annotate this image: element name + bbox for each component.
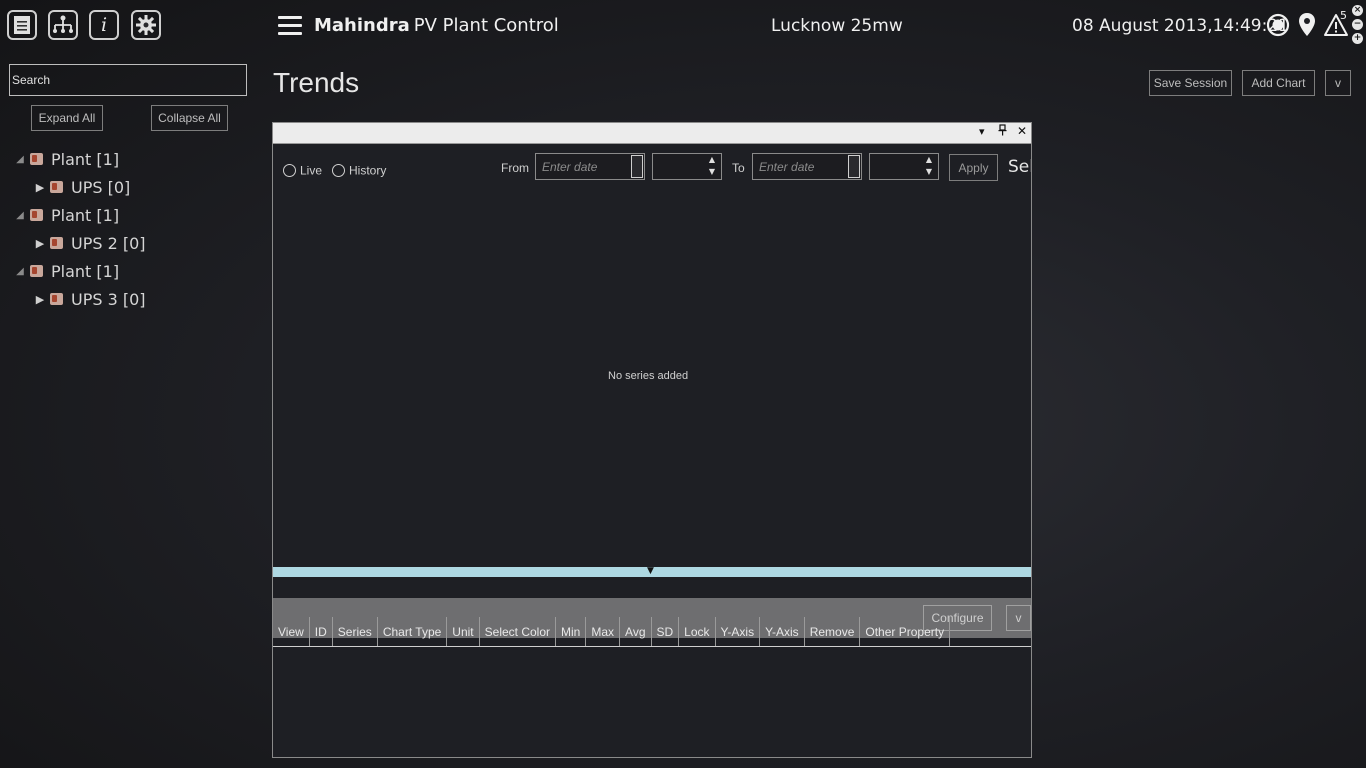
current-datetime: 08 August 2013,14:49:21 — [1072, 16, 1289, 36]
tree-item-plant[interactable]: ◢ Plant [1] — [14, 145, 254, 173]
minimize-icon[interactable]: − — [1352, 19, 1363, 30]
series-grid-header: View ID Series Chart Type Unit Select Co… — [273, 617, 1031, 647]
column-header[interactable]: Avg — [620, 617, 652, 646]
ups-file-icon — [50, 181, 63, 193]
empty-chart-message: No series added — [608, 370, 689, 382]
tree-item-ups[interactable]: ▶ UPS [0] — [14, 173, 254, 201]
to-date-input[interactable]: Enter date — [752, 153, 862, 180]
ups-file-icon — [50, 293, 63, 305]
search-input[interactable] — [9, 64, 247, 96]
splitter-arrow-icon[interactable]: ▼ — [647, 566, 654, 576]
chart-window-titlebar: ▾ ✕ — [273, 123, 1031, 144]
tree-item-ups[interactable]: ▶ UPS 2 [0] — [14, 229, 254, 257]
site-name: Lucknow 25mw — [771, 16, 903, 36]
spin-down-icon[interactable]: ▼ — [926, 167, 932, 176]
page-title: Trends — [273, 67, 360, 98]
live-radio-circle[interactable] — [283, 164, 296, 177]
column-header[interactable]: Chart Type — [378, 617, 448, 646]
to-time-spinner[interactable]: ▲ ▼ — [869, 153, 939, 180]
spin-up-icon[interactable]: ▲ — [709, 155, 715, 164]
close-icon[interactable]: ✕ — [1017, 124, 1027, 138]
tree-item-label: UPS 3 [0] — [71, 289, 146, 309]
alert-count-badge: 5 — [1340, 9, 1347, 22]
collapse-all-button[interactable]: Collapse All — [151, 105, 228, 131]
from-date-input[interactable]: Enter date — [535, 153, 645, 180]
to-label: To — [732, 161, 745, 175]
history-radio-circle[interactable] — [332, 164, 345, 177]
calendar-icon[interactable] — [848, 155, 860, 178]
tree-item-label: Plant [1] — [51, 149, 120, 169]
collapsed-arrow-icon[interactable]: ▶ — [34, 293, 46, 306]
from-date-placeholder: Enter date — [542, 159, 598, 174]
plant-file-icon — [30, 265, 43, 277]
collapsed-arrow-icon[interactable]: ▶ — [34, 237, 46, 250]
to-date-placeholder: Enter date — [759, 159, 815, 174]
column-header[interactable]: Lock — [679, 617, 716, 646]
column-header[interactable]: Series — [333, 617, 378, 646]
column-header[interactable]: Remove — [805, 617, 861, 646]
spin-down-icon[interactable]: ▼ — [709, 167, 715, 176]
expanded-arrow-icon[interactable]: ◢ — [14, 266, 26, 277]
plant-file-icon — [30, 153, 43, 165]
plant-tree: ◢ Plant [1] ▶ UPS [0] ◢ Plant [1] ▶ UPS … — [14, 145, 254, 313]
tree-item-label: Plant [1] — [51, 205, 120, 225]
add-chart-button[interactable]: Add Chart — [1242, 70, 1315, 96]
tree-item-label: Plant [1] — [51, 261, 120, 281]
pin-icon[interactable] — [998, 124, 1007, 139]
plant-file-icon — [30, 209, 43, 221]
column-header[interactable]: View — [273, 617, 310, 646]
gear-icon[interactable] — [131, 10, 161, 40]
from-label: From — [501, 161, 529, 175]
menu-icon[interactable] — [278, 16, 302, 36]
column-header[interactable]: SD — [652, 617, 680, 646]
close-icon[interactable]: × — [1352, 5, 1363, 16]
tree-item-label: UPS [0] — [71, 177, 131, 197]
hierarchy-icon[interactable] — [48, 10, 78, 40]
tree-item-plant[interactable]: ◢ Plant [1] — [14, 201, 254, 229]
panel-splitter[interactable]: ▼ — [273, 566, 1031, 577]
record-icon[interactable] — [1266, 13, 1290, 41]
tree-item-plant[interactable]: ◢ Plant [1] — [14, 257, 254, 285]
live-radio-label: Live — [300, 163, 323, 178]
column-header[interactable]: Y-Axis — [760, 617, 805, 646]
expanded-arrow-icon[interactable]: ◢ — [14, 154, 26, 165]
info-icon[interactable]: i — [89, 10, 119, 40]
column-header[interactable]: Min — [556, 617, 587, 646]
history-radio[interactable]: History — [332, 160, 386, 179]
more-options-button[interactable]: v — [1325, 70, 1351, 96]
dropdown-icon[interactable]: ▾ — [979, 125, 985, 138]
location-icon[interactable] — [1297, 12, 1317, 42]
calendar-icon[interactable] — [631, 155, 643, 178]
document-icon[interactable] — [7, 10, 37, 40]
select-dropdown[interactable]: Sele — [1008, 157, 1031, 177]
column-header[interactable]: ID — [310, 617, 333, 646]
column-header[interactable]: Select Color — [480, 617, 557, 646]
chart-window: ▾ ✕ Live History From Enter date ▲ ▼ To … — [272, 122, 1032, 758]
ups-file-icon — [50, 237, 63, 249]
tree-item-ups[interactable]: ▶ UPS 3 [0] — [14, 285, 254, 313]
spin-up-icon[interactable]: ▲ — [926, 155, 932, 164]
column-header[interactable]: Max — [586, 617, 621, 646]
column-header[interactable]: Y-Axis — [716, 617, 761, 646]
apply-button[interactable]: Apply — [949, 154, 998, 181]
expanded-arrow-icon[interactable]: ◢ — [14, 210, 26, 221]
series-grid-body — [273, 647, 1031, 757]
history-radio-label: History — [349, 163, 387, 178]
column-header[interactable]: Other Property — [860, 617, 951, 646]
tree-item-label: UPS 2 [0] — [71, 233, 146, 253]
save-session-button[interactable]: Save Session — [1149, 70, 1232, 96]
column-header[interactable]: Unit — [447, 617, 480, 646]
collapsed-arrow-icon[interactable]: ▶ — [34, 181, 46, 194]
live-radio[interactable]: Live — [283, 160, 322, 179]
from-time-spinner[interactable]: ▲ ▼ — [652, 153, 722, 180]
app-title: Mahindra PV Plant Control — [314, 15, 559, 36]
maximize-icon[interactable]: + — [1352, 33, 1363, 44]
expand-all-button[interactable]: Expand All — [31, 105, 103, 131]
